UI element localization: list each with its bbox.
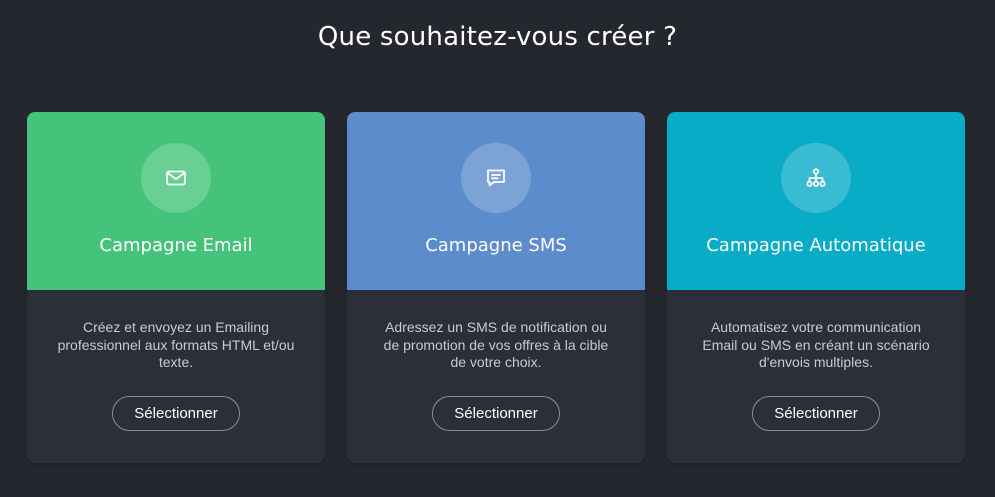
card-header: Campagne Email — [27, 112, 325, 290]
select-email-button[interactable]: Sélectionner — [112, 396, 240, 431]
card-title: Campagne Automatique — [706, 235, 926, 256]
card-header: Campagne SMS — [347, 112, 645, 290]
page-title: Que souhaitez-vous créer ? — [317, 22, 678, 52]
card-description: Créez et envoyez un Emailing professionn… — [57, 319, 295, 370]
card-email-campaign: Campagne Email Créez et envoyez un Email… — [27, 112, 325, 463]
card-automatic-campaign: Campagne Automatique Automatisez votre c… — [667, 112, 965, 463]
select-automatic-button[interactable]: Sélectionner — [752, 396, 880, 431]
card-description: Automatisez votre communication Email ou… — [702, 319, 930, 370]
card-description: Adressez un SMS de notification ou de pr… — [383, 319, 609, 370]
card-header: Campagne Automatique — [667, 112, 965, 290]
page: Que souhaitez-vous créer ? Campagne Emai… — [0, 0, 995, 497]
card-title: Campagne SMS — [425, 235, 567, 256]
flow-tree-icon — [781, 143, 851, 213]
card-title: Campagne Email — [99, 235, 253, 256]
mail-icon — [141, 143, 211, 213]
select-sms-button[interactable]: Sélectionner — [432, 396, 560, 431]
card-sms-campaign: Campagne SMS Adressez un SMS de notifica… — [347, 112, 645, 463]
message-icon — [461, 143, 531, 213]
